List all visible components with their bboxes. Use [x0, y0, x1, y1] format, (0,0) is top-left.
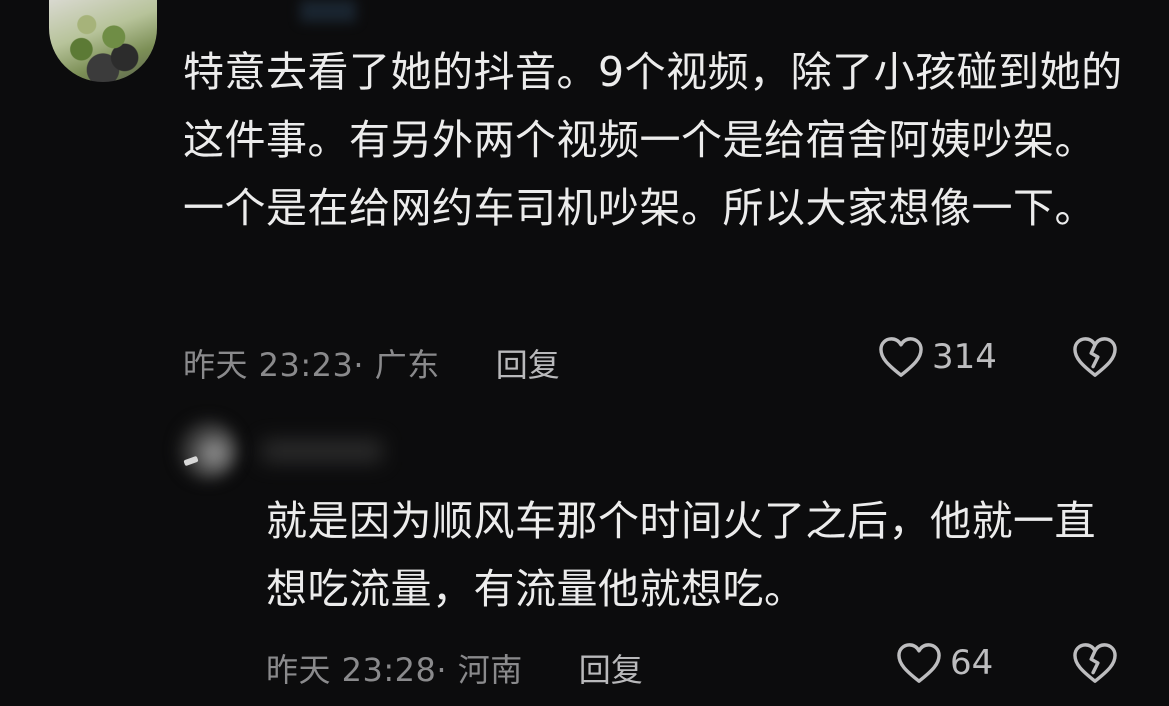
comment-meta: 昨天 23:28· 河南 回复	[266, 645, 643, 691]
comment-timestamp: 昨天 23:23· 广东	[183, 346, 440, 384]
username-blurred	[262, 440, 382, 462]
avatar[interactable]	[178, 420, 238, 480]
dislike-button[interactable]	[1072, 336, 1118, 382]
heart-outline-icon	[897, 643, 941, 683]
comment-timestamp: 昨天 23:28· 河南	[266, 651, 523, 689]
username-blurred	[300, 0, 356, 22]
reply-button[interactable]: 回复	[579, 645, 643, 691]
comment-text: 特意去看了她的抖音。9个视频，除了小孩碰到她的这件事。有另外两个视频一个是给宿舍…	[183, 48, 1123, 232]
dislike-button[interactable]	[1072, 642, 1118, 688]
broken-heart-icon	[1073, 643, 1117, 683]
heart-outline-icon	[879, 337, 923, 377]
comment-meta: 昨天 23:23· 广东 回复	[183, 340, 560, 386]
like-count: 314	[932, 337, 997, 377]
like-count: 64	[950, 643, 994, 683]
like-button[interactable]: 64	[896, 642, 993, 684]
avatar[interactable]	[49, 0, 157, 82]
reply-button[interactable]: 回复	[496, 340, 560, 386]
comment-text: 就是因为顺风车那个时间火了之后，他就一直想吃流量，有流量他就想吃。	[266, 497, 1096, 613]
like-button[interactable]: 314	[878, 336, 997, 378]
broken-heart-icon	[1073, 337, 1117, 377]
